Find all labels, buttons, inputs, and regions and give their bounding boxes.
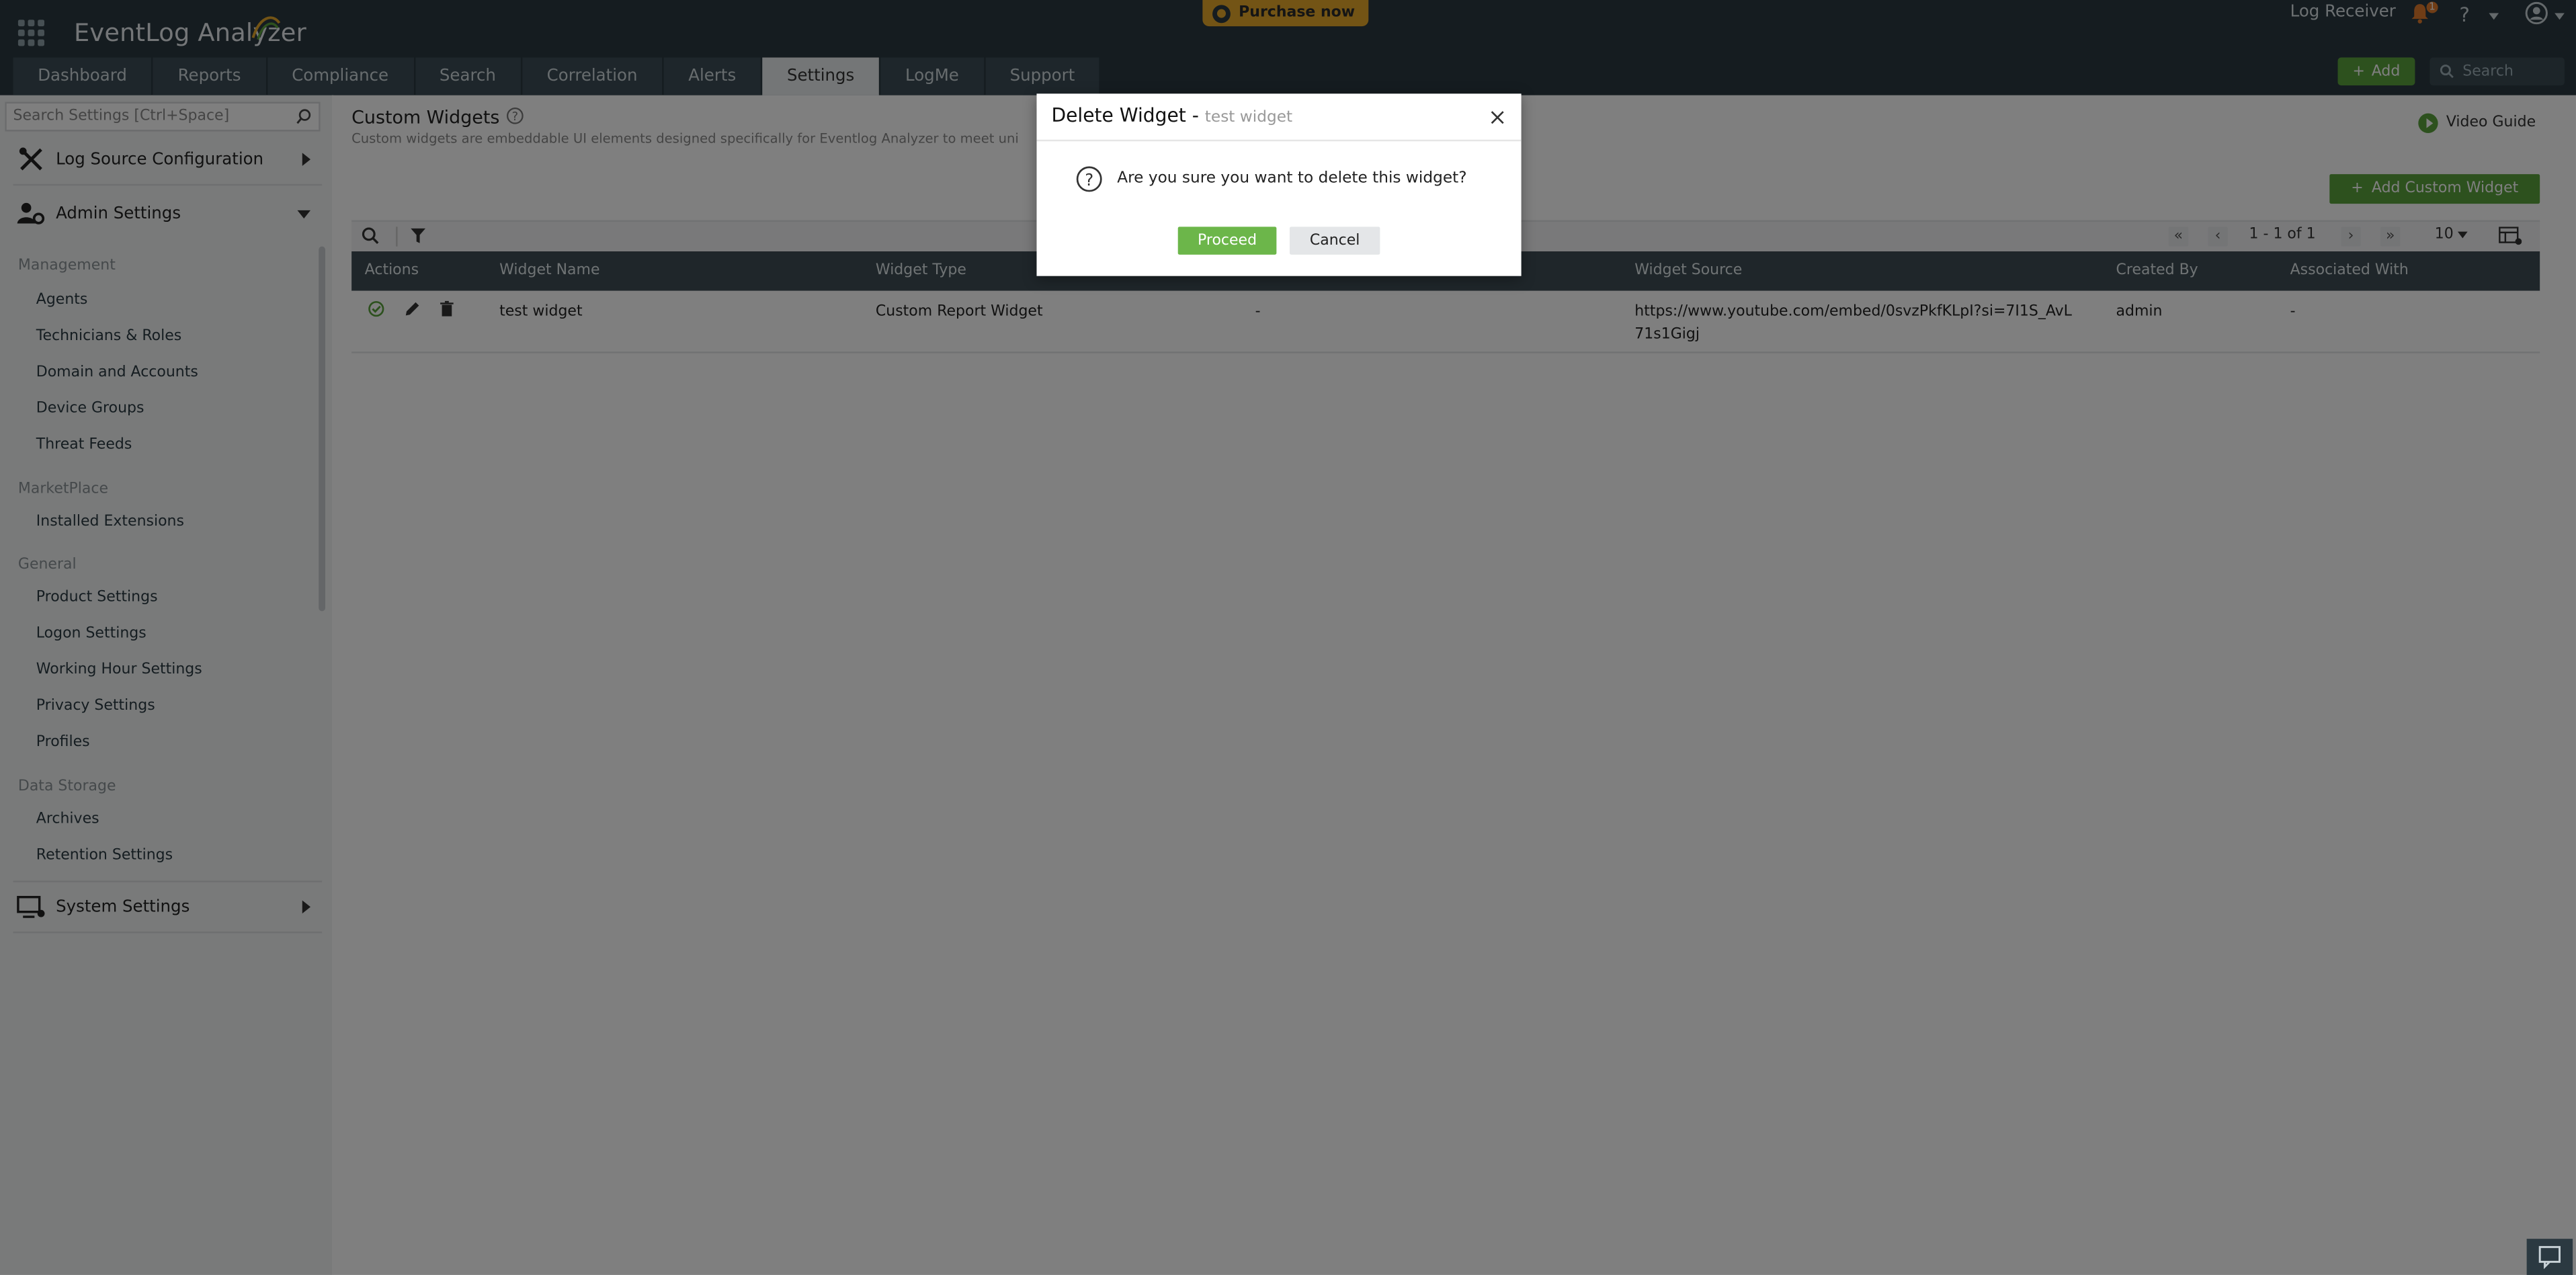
dialog-title: Delete Widget - test widget [1051,104,1292,126]
dialog-message: Are you sure you want to delete this wid… [1117,169,1467,188]
dialog-divider [1036,139,1522,142]
delete-widget-dialog: Delete Widget - test widget ? Are you su… [1036,93,1522,276]
chat-icon[interactable] [2526,1239,2573,1275]
close-icon[interactable] [1490,110,1505,125]
dialog-title-text: Delete Widget - [1051,104,1199,127]
app-root: EventLog Analyzer ● Purchase now Log Rec… [0,0,2576,1275]
dialog-subtitle: test widget [1204,108,1293,127]
question-circle-icon: ? [1076,166,1102,192]
proceed-button[interactable]: Proceed [1177,227,1277,255]
svg-text:?: ? [1085,170,1093,190]
cancel-button[interactable]: Cancel [1289,227,1380,255]
